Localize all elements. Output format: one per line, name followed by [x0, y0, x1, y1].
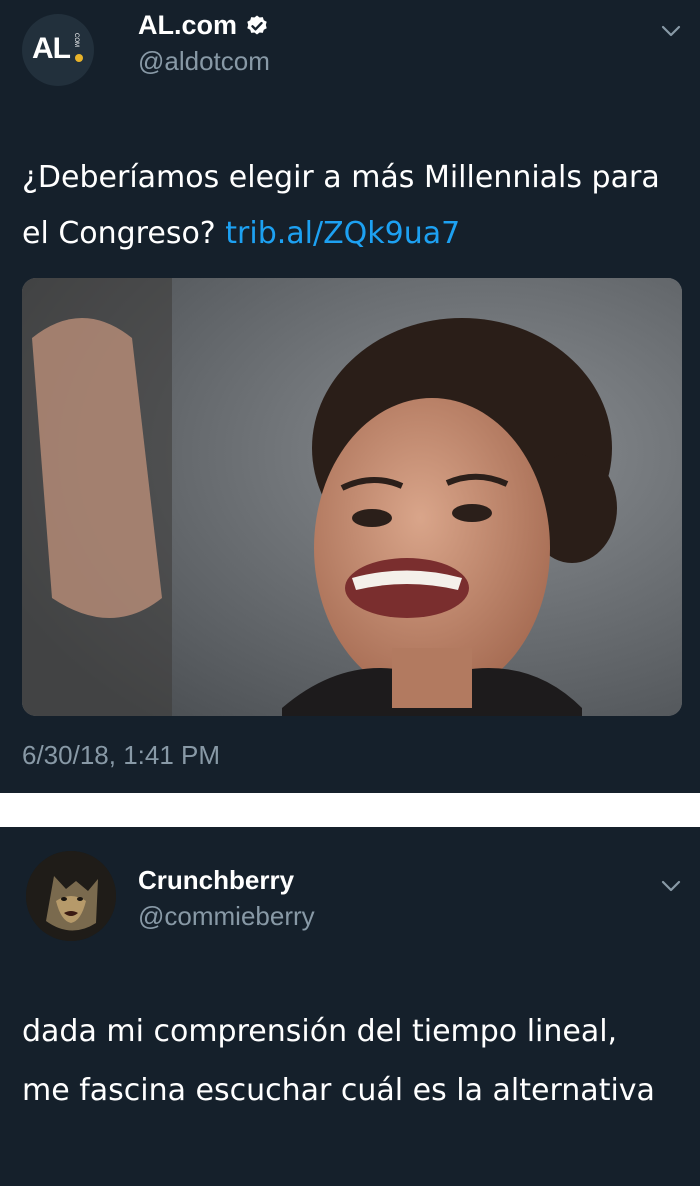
handle[interactable]: @aldotcom	[138, 46, 270, 77]
verified-badge-icon	[247, 15, 267, 34]
avatar-logo-dot	[75, 54, 83, 62]
handle[interactable]: @commieberry	[138, 901, 315, 932]
tweet-photo[interactable]	[22, 278, 682, 716]
display-name[interactable]: Crunchberry	[138, 865, 294, 896]
author-row: AL.com	[138, 10, 269, 41]
avatar[interactable]: AL COM	[22, 14, 94, 86]
chevron-down-icon[interactable]	[660, 879, 682, 893]
timestamp[interactable]: 6/30/18, 1:41 PM	[22, 740, 220, 771]
avatar-logo-suffix: COM	[73, 33, 79, 47]
chevron-down-icon[interactable]	[660, 24, 682, 38]
avatar[interactable]	[26, 851, 116, 941]
avatar-logo-text: AL	[32, 32, 71, 65]
tweet-card[interactable]: AL COM AL.com @aldotcom ¿Deberíamos eleg…	[0, 0, 700, 793]
reply-tweet-card[interactable]: Crunchberry @commieberry dada mi compren…	[0, 827, 700, 1186]
wolf-avatar-image	[26, 851, 116, 941]
divider	[0, 793, 700, 827]
display-name[interactable]: AL.com	[138, 10, 237, 41]
tweet-link[interactable]: trib.al/ZQk9ua7	[225, 216, 460, 251]
tweet-text: dada mi comprensión del tiempo lineal, m…	[22, 1014, 655, 1108]
author-row: Crunchberry	[138, 865, 294, 896]
tweet-text: ¿Deberíamos elegir a más Millennials par…	[22, 150, 672, 262]
